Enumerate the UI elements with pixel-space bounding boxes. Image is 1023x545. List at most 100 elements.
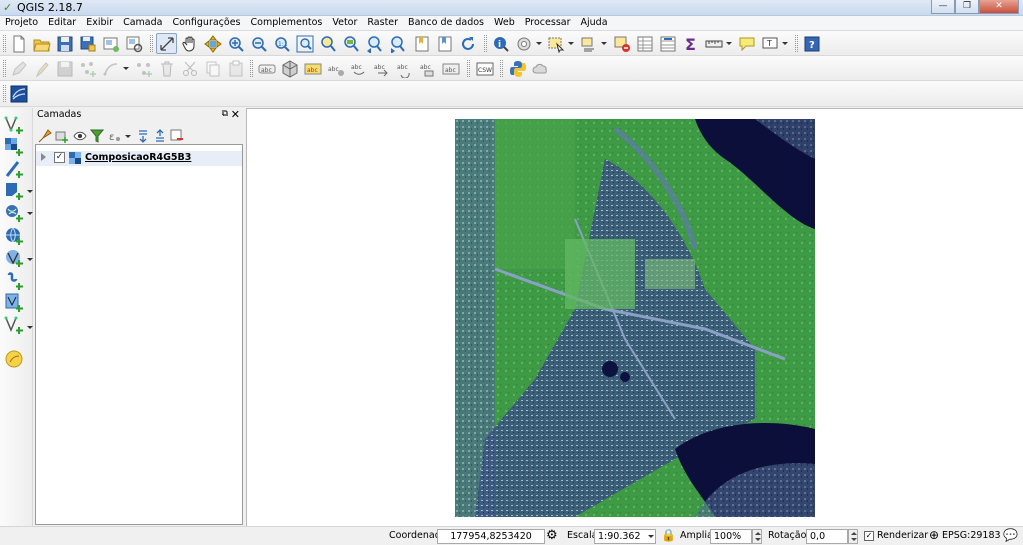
- toolbar-grip[interactable]: [250, 60, 253, 77]
- select-by-value-icon[interactable]: [578, 33, 599, 54]
- chevron-down-icon[interactable]: [27, 326, 33, 330]
- chevron-down-icon[interactable]: [726, 42, 732, 46]
- attribute-table-icon[interactable]: [634, 33, 655, 54]
- lock-scale-icon[interactable]: 🔒: [661, 528, 676, 542]
- minimize-button[interactable]: —: [931, 0, 955, 14]
- label-toolbar-icon[interactable]: abc: [256, 58, 277, 79]
- float-panel-icon[interactable]: ⧉: [222, 109, 228, 119]
- zoom-next-icon[interactable]: [386, 33, 407, 54]
- menu-ajuda[interactable]: Ajuda: [576, 16, 613, 30]
- menu-raster[interactable]: Raster: [362, 16, 403, 30]
- map-canvas[interactable]: [246, 108, 1023, 526]
- remove-layer-icon[interactable]: [168, 127, 185, 144]
- menu-projeto[interactable]: Projeto: [0, 16, 43, 30]
- field-calculator-icon[interactable]: [657, 33, 678, 54]
- render-checkbox[interactable]: ✓: [864, 531, 874, 541]
- measure-icon[interactable]: [703, 33, 724, 54]
- add-oracle-layer-icon[interactable]: [3, 270, 25, 292]
- chevron-down-icon[interactable]: [568, 42, 574, 46]
- crs-globe-icon[interactable]: ⊕: [929, 528, 939, 542]
- close-panel-icon[interactable]: ✕: [231, 108, 240, 121]
- label-properties-icon[interactable]: abc: [440, 58, 461, 79]
- gps-tools-icon[interactable]: [3, 348, 25, 370]
- zoom-last-icon[interactable]: [363, 33, 384, 54]
- add-feature-icon[interactable]: [77, 58, 98, 79]
- toolbar-grip[interactable]: [467, 60, 470, 77]
- close-button[interactable]: ✕: [979, 0, 1019, 14]
- new-project-icon[interactable]: [8, 33, 29, 54]
- chevron-down-icon[interactable]: [601, 42, 607, 46]
- cut-features-icon[interactable]: [179, 58, 200, 79]
- add-vector-layer-icon[interactable]: [3, 114, 25, 136]
- zoom-in-icon[interactable]: [225, 33, 246, 54]
- pan-icon[interactable]: [179, 33, 200, 54]
- zoom-full-icon[interactable]: [294, 33, 315, 54]
- run-feature-action-icon[interactable]: [513, 33, 534, 54]
- statistics-sigma-icon[interactable]: Σ: [680, 33, 701, 54]
- node-tool-icon[interactable]: [133, 58, 154, 79]
- cloud-icon[interactable]: [530, 58, 551, 79]
- menu-processar[interactable]: Processar: [520, 16, 576, 30]
- add-group-icon[interactable]: [53, 127, 70, 144]
- identify-icon[interactable]: i: [490, 33, 511, 54]
- expand-arrow-icon[interactable]: [41, 153, 46, 161]
- chevron-down-icon[interactable]: [123, 67, 129, 71]
- pin-labels-icon[interactable]: abc: [325, 58, 346, 79]
- save-as-icon[interactable]: [77, 33, 98, 54]
- open-project-icon[interactable]: [31, 33, 52, 54]
- restore-button[interactable]: ❐: [955, 0, 979, 14]
- chevron-down-icon[interactable]: [27, 212, 33, 216]
- move-label-icon[interactable]: abc: [371, 58, 392, 79]
- menu-vetor[interactable]: Vetor: [327, 16, 362, 30]
- toolbar-grip[interactable]: [795, 35, 798, 52]
- toggle-extents-icon[interactable]: ⚙: [546, 528, 558, 543]
- toolbar-grip[interactable]: [484, 35, 487, 52]
- add-postgis-layer-icon[interactable]: [3, 202, 25, 224]
- map-tips-icon[interactable]: [736, 33, 757, 54]
- menu-configuracoes[interactable]: Configurações: [167, 16, 245, 30]
- chevron-down-icon[interactable]: [648, 535, 654, 539]
- collapse-all-icon[interactable]: [151, 127, 168, 144]
- help-icon[interactable]: ?: [801, 33, 822, 54]
- menu-editar[interactable]: Editar: [43, 16, 81, 30]
- new-shapefile-layer-icon[interactable]: [3, 314, 25, 336]
- filter-legend-icon[interactable]: [88, 127, 105, 144]
- paste-features-icon[interactable]: [225, 58, 246, 79]
- save-project-icon[interactable]: [54, 33, 75, 54]
- coordinate-field[interactable]: 177954,8253420: [437, 529, 545, 544]
- layer-item[interactable]: ✓ ComposicaoR4G5B3: [36, 151, 242, 166]
- expand-all-icon[interactable]: [134, 127, 151, 144]
- save-edits-icon[interactable]: [54, 58, 75, 79]
- csw-icon[interactable]: CSW: [474, 58, 495, 79]
- label-highlight-icon[interactable]: abc: [302, 58, 323, 79]
- add-wfs-layer-icon[interactable]: [3, 247, 25, 269]
- zoom-out-icon[interactable]: [248, 33, 269, 54]
- show-bookmarks-icon[interactable]: [434, 33, 455, 54]
- filter-expression-icon[interactable]: ε: [106, 127, 123, 144]
- add-mssql-layer-icon[interactable]: [3, 292, 25, 314]
- menu-exibir[interactable]: Exibir: [81, 16, 118, 30]
- toolbar-grip[interactable]: [150, 35, 153, 52]
- layer-visibility-checkbox[interactable]: ✓: [54, 152, 65, 163]
- touch-zoom-icon[interactable]: [156, 33, 177, 54]
- crs-status[interactable]: EPSG:29183: [942, 530, 1001, 541]
- zoom-to-layer-icon[interactable]: [340, 33, 361, 54]
- add-delimited-text-icon[interactable]: [3, 158, 25, 180]
- text-annotation-icon[interactable]: T: [759, 33, 780, 54]
- composer-manager-icon[interactable]: [123, 33, 144, 54]
- menu-camada[interactable]: Camada: [118, 16, 167, 30]
- refresh-icon[interactable]: [457, 33, 478, 54]
- magnifier-stepper[interactable]: [752, 529, 762, 544]
- open-styling-icon[interactable]: [36, 127, 53, 144]
- rotate-label-icon[interactable]: abc: [394, 58, 415, 79]
- add-raster-layer-icon[interactable]: [3, 136, 25, 158]
- zoom-to-selection-icon[interactable]: [317, 33, 338, 54]
- zoom-actual-icon[interactable]: 1:1: [271, 33, 292, 54]
- scale-combobox[interactable]: 1:90.362: [594, 529, 656, 544]
- manage-visibility-icon[interactable]: [71, 127, 88, 144]
- menu-complementos[interactable]: Complementos: [246, 16, 328, 30]
- georeferencer-icon[interactable]: [8, 83, 29, 104]
- delete-selected-icon[interactable]: [156, 58, 177, 79]
- chevron-down-icon[interactable]: [536, 42, 542, 46]
- pan-to-selection-icon[interactable]: [202, 33, 223, 54]
